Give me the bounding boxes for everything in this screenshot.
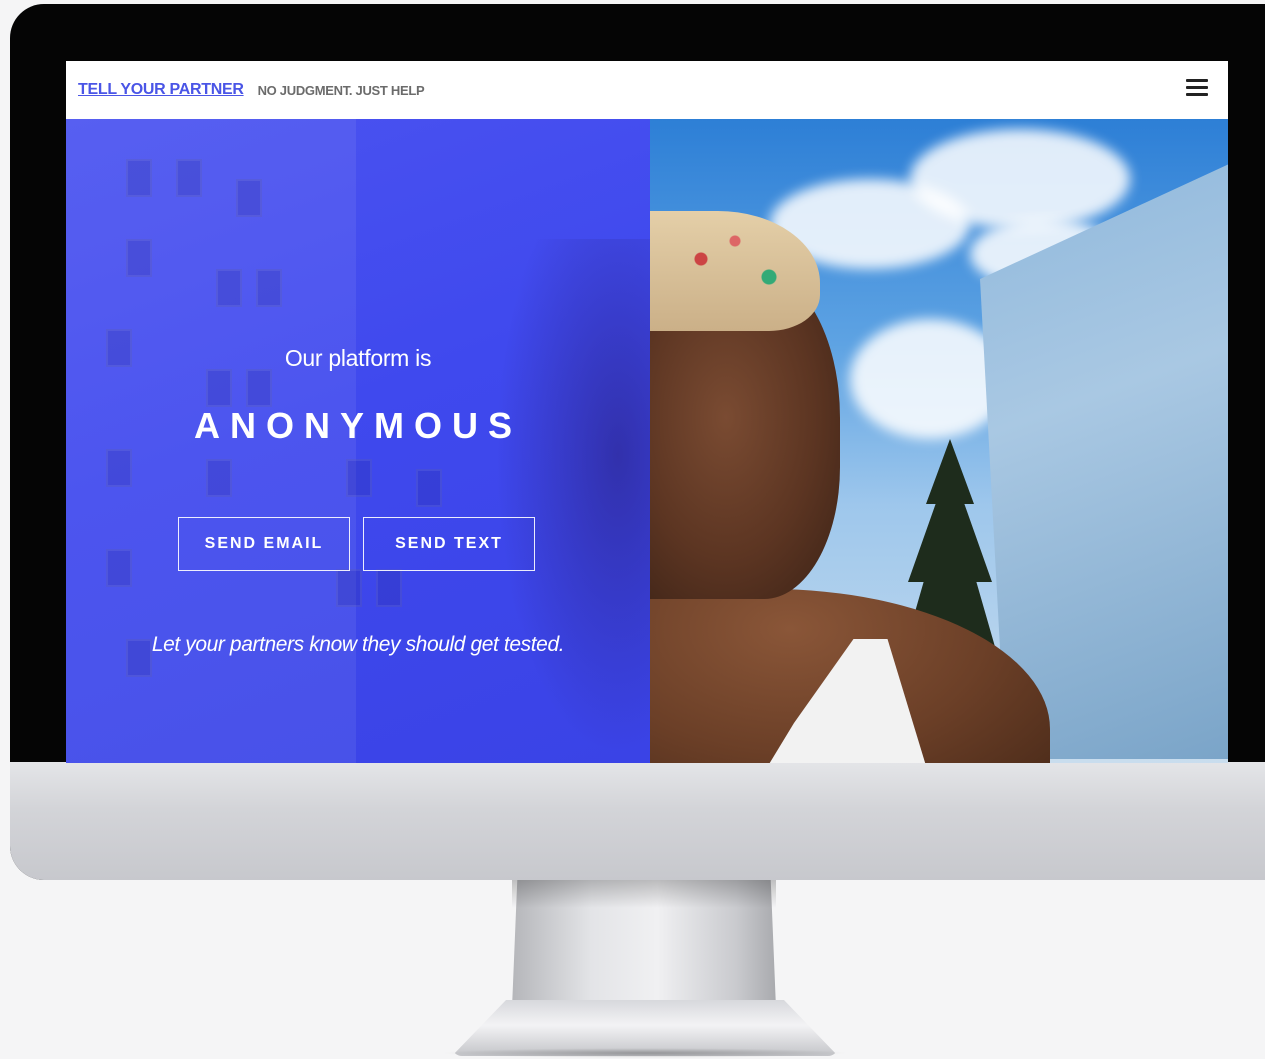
send-email-button[interactable]: SEND EMAIL [178, 517, 350, 571]
hero-content: Our platform is ANONYMOUS SEND EMAIL SEN… [66, 119, 650, 763]
hero-photo [650, 119, 1228, 763]
monitor-chin [10, 762, 1265, 880]
hero-lead: Our platform is [284, 345, 432, 371]
hamburger-menu-icon[interactable] [1186, 79, 1208, 97]
send-text-button[interactable]: SEND TEXT [363, 517, 535, 571]
brand-link[interactable]: TELL YOUR PARTNER [78, 81, 244, 99]
screen: TELL YOUR PARTNER NO JUDGMENT. JUST HELP [66, 61, 1228, 763]
hero-headline: ANONYMOUS [193, 405, 522, 446]
hero-subtext: Let your partners know they should get t… [151, 633, 565, 656]
navbar: TELL YOUR PARTNER NO JUDGMENT. JUST HELP [66, 61, 1228, 120]
foot-shadow [440, 1048, 850, 1058]
hero: Our platform is ANONYMOUS SEND EMAIL SEN… [66, 119, 1228, 763]
tagline: NO JUDGMENT. JUST HELP [257, 82, 425, 98]
stand-shadow [512, 880, 776, 908]
